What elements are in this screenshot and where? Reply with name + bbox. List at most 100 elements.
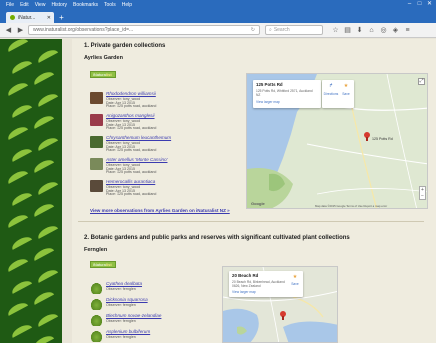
observation-species-link[interactable]: Rhododendron williamsii [106,91,156,96]
view-larger-map-link-2[interactable]: View larger map [232,290,256,294]
fern-leaf-icon [5,80,29,96]
back-icon[interactable]: ◀ [4,26,13,35]
zoom-control[interactable]: + − [419,186,426,200]
pocket-icon[interactable]: ◈ [392,27,399,34]
url-text: www.inaturalist.org/observations?place_i… [33,27,134,33]
fern-leaf-icon [35,47,59,63]
save-label[interactable]: Save [339,92,353,96]
minimize-icon[interactable]: – [406,1,413,8]
menu-bookmarks[interactable]: Bookmarks [73,2,98,8]
fern-leaf-icon [9,102,33,118]
download-icon[interactable]: ⬇ [356,27,363,34]
star-icon[interactable]: ☆ [332,27,339,34]
main-content: 1. Private garden collections Ayrlies Ga… [72,39,436,343]
save-star-icon[interactable]: ★ [339,83,353,89]
directions-label[interactable]: Directions [323,92,339,96]
observation-thumbnail[interactable] [90,158,103,170]
observation-species-link[interactable]: Blechnum novae-zelandiae [106,313,161,318]
map2-card-address-line2: 0626, New Zealand [232,284,261,288]
observation-thumbnail[interactable] [90,114,103,126]
observation-observer: Observer: fernglen [106,287,136,291]
fern-leaf-icon [31,113,55,129]
observation-item: Rhododendron williamsii Observer: tony_wo… [90,91,210,108]
sync-icon[interactable]: ◎ [380,27,387,34]
badge2-text-b: list [105,262,112,267]
observation-species-link[interactable]: Anigozanthos manglesii [106,113,155,118]
map-fernglen[interactable]: 20 Beach Rd 20 Beach Rd, Birkenhead, Auc… [222,266,338,343]
observation-thumbnail[interactable] [90,180,103,192]
map-card-address-line1: 125 Potts Rd, Whitford 2571, Auckland [256,89,313,93]
fern-thumbnail[interactable] [90,314,103,326]
reload-icon[interactable]: ↻ [251,27,255,33]
menu-tools[interactable]: Tools [104,2,116,8]
fern-leaf-icon [5,256,29,272]
map-ayrlies[interactable]: 125 Potts Rd 125 Potts Rd, Whitford 2571… [246,73,428,209]
view-more-link[interactable]: View more observations from Ayrlies Gard… [90,208,230,213]
map-info-card: 125 Potts Rd 125 Potts Rd, Whitford 2571… [253,80,321,108]
menu-history[interactable]: History [51,2,67,8]
fern-leaf-icon [31,245,55,261]
fern-leaf-icon [5,168,29,184]
save-star-icon-2[interactable]: ★ [289,274,301,280]
fern-leaf-icon [35,223,59,239]
inaturalist-badge-2[interactable]: iNaturalist [90,261,116,268]
toolbar-icons: ☆ ▤ ⬇ ⌂ ◎ ◈ ≡ [332,27,411,34]
observation-place: Place: 125 potts road, auckland [106,126,157,130]
observation-thumbnail[interactable] [90,136,103,148]
menu-file[interactable]: File [6,2,14,8]
fern-leaf-icon [5,39,29,52]
observation-item: Dicksonia squarrosa Observer: fernglen [90,297,210,314]
search-bar[interactable]: ⌕ Search [265,25,323,35]
hamburger-menu-icon[interactable]: ≡ [404,27,411,34]
observation-item: Anigozanthos manglesii Observer: tony_woo… [90,113,210,130]
observation-thumbnail[interactable] [90,92,103,104]
fern-leaf-icon [5,212,29,228]
reader-icon[interactable]: ▤ [344,27,351,34]
fern-thumbnail[interactable] [90,298,103,310]
url-bar[interactable]: www.inaturalist.org/observations?place_i… [28,25,260,35]
observation-item: Asplenium bulbiferum Observer: fernglen [90,329,210,343]
observation-species-link[interactable]: Dicksonia squarrosa [106,297,148,302]
browser-tab[interactable]: iNatur... ✕ [6,12,54,23]
observation-place: Place: 125 potts road, auckland [106,192,157,196]
fern-leaf-icon [9,278,33,294]
close-window-icon[interactable]: ✕ [426,1,433,8]
close-tab-icon[interactable]: ✕ [47,15,51,21]
menu-view[interactable]: View [35,2,46,8]
observation-species-link[interactable]: Chrysanthemum leucanthemum [106,135,171,140]
observation-species-link[interactable]: Asplenium bulbiferum [106,329,150,334]
window-controls: – □ ✕ [406,1,433,8]
maximize-icon[interactable]: □ [416,1,423,8]
fern-leaf-icon [5,300,29,316]
fern-thumbnail[interactable] [90,330,103,342]
observation-place: Place: 125 potts road, auckland [106,104,157,108]
fern-leaf-icon [31,333,55,343]
fullscreen-icon[interactable]: ⤢ [418,78,425,85]
section1-subtitle: Ayrlies Garden [84,55,123,61]
fern-leaf-icon [9,146,33,162]
observation-species-link[interactable]: Cyathea dealbata [106,281,142,286]
fern-leaf-icon [31,157,55,173]
map-card-address-line2: NZ [256,93,261,97]
home-icon[interactable]: ⌂ [368,27,375,34]
view-larger-map-link[interactable]: View larger map [256,100,280,104]
forward-icon[interactable]: ▶ [16,26,25,35]
new-tab-icon[interactable]: + [57,13,66,22]
fern-leaf-icon [35,267,59,283]
menu-help[interactable]: Help [122,2,132,8]
directions-icon[interactable]: ↱ [324,83,338,89]
menu-edit[interactable]: Edit [20,2,29,8]
fern-thumbnail[interactable] [90,282,103,294]
observation-item: Chrysanthemum leucanthemum Observer: tony… [90,135,210,152]
map2-card-title: 20 Beach Rd [232,273,259,278]
observation-species-link[interactable]: Aster amellus 'Monte Cassino' [106,157,168,162]
location-pin-icon[interactable] [364,132,370,141]
inaturalist-badge[interactable]: iNaturalist [90,71,116,78]
map-card-title: 125 Potts Rd [256,82,283,87]
observation-species-link[interactable]: Hemerocallis aurantiaca [106,179,155,184]
section-divider [78,221,424,222]
location-pin-icon-2[interactable] [280,311,286,320]
save-label-2[interactable]: Save [289,282,301,286]
observation-observer: Observer: fernglen [106,303,136,307]
observation-item: Blechnum novae-zelandiae Observer: ferngl… [90,313,210,330]
